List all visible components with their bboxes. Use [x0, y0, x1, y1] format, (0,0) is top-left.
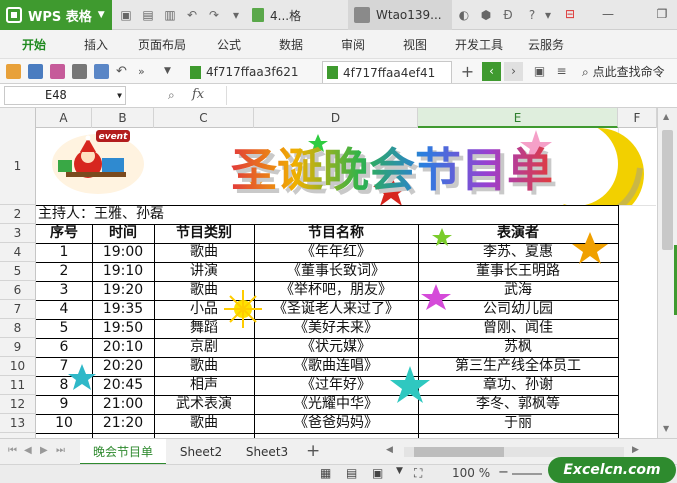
name-box-value: E48 — [45, 88, 67, 102]
app-name: WPS 表格 — [28, 9, 92, 25]
scroll-thumb[interactable] — [662, 130, 673, 250]
star-icon — [68, 364, 96, 390]
command-search-label: 点此查找命令 — [592, 65, 665, 79]
menu-developer[interactable]: 开发工具 — [455, 36, 503, 53]
sheet-tab[interactable]: Sheet2 — [172, 439, 230, 465]
formula-input[interactable] — [226, 86, 674, 105]
menu-icon[interactable]: ≡ — [552, 62, 571, 81]
wps-logo-icon — [6, 7, 22, 23]
chevron-down-icon[interactable]: ▾ — [540, 7, 556, 23]
sheet-file-icon — [327, 66, 338, 79]
scroll-up-icon[interactable]: ▲ — [663, 112, 669, 121]
normal-view-icon[interactable]: ▦ — [320, 466, 331, 480]
quick-toolbar: ↶ » ▼ 4f717ffaa3f621 4f717ffaa4ef41 + ‹ … — [0, 58, 677, 84]
undo-icon[interactable]: ↶ — [116, 64, 131, 79]
file-tab-active[interactable]: 4f717ffaa4ef41 — [322, 61, 452, 83]
status-bar: ▦ ▤ ▣ ▼ ⛶ 100 % − Excelcn.com — [0, 457, 677, 483]
name-box[interactable]: E48 ▼ — [4, 86, 126, 105]
zoom-level[interactable]: 100 % — [452, 466, 490, 480]
formula-bar: E48 ▼ ⌕ fx — [0, 84, 677, 108]
first-sheet-icon[interactable]: ⏮ — [8, 445, 17, 456]
site-watermark-logo: Excelcn.com — [548, 457, 676, 483]
user-name: Wtao139... — [376, 8, 442, 22]
more-icon[interactable]: » — [138, 64, 153, 79]
sun-icon[interactable]: ◐ — [456, 7, 472, 23]
menu-formula[interactable]: 公式 — [217, 36, 241, 53]
file-tab[interactable]: 4f717ffaa3f621 — [186, 61, 316, 83]
print-icon[interactable] — [72, 64, 87, 79]
read-mode-icon[interactable]: ⛶ — [414, 466, 422, 481]
next-sheet-icon[interactable]: ▶ — [40, 445, 48, 456]
file-tab-label: 4f717ffaa3f621 — [206, 65, 299, 79]
menu-start[interactable]: 开始 — [22, 36, 46, 53]
close-icon[interactable]: ❐ — [652, 4, 672, 24]
menu-insert[interactable]: 插入 — [84, 36, 108, 53]
menu-data[interactable]: 数据 — [279, 36, 303, 53]
zoom-slider[interactable] — [512, 473, 542, 475]
dollar-icon[interactable]: Ð — [500, 7, 516, 23]
preview-icon[interactable]: ▥ — [162, 7, 178, 23]
last-sheet-icon[interactable]: ⏭ — [56, 445, 65, 456]
add-sheet-button[interactable]: + — [306, 441, 320, 461]
menu-review[interactable]: 审阅 — [341, 36, 365, 53]
zoom-out-button[interactable]: − — [498, 465, 509, 480]
wps-app-menu-button[interactable]: WPS 表格 ▼ — [0, 0, 112, 30]
star-icon — [421, 284, 451, 310]
command-search[interactable]: ⌕ 点此查找命令 — [582, 63, 665, 80]
sheet-file-icon — [190, 65, 201, 79]
chevron-down-icon: ▼ — [97, 10, 105, 20]
print-icon[interactable]: ▤ — [140, 7, 156, 23]
redo-icon[interactable]: ↷ — [206, 7, 222, 23]
scroll-right-icon[interactable]: ▶ — [632, 445, 639, 455]
ribbon-menu: 开始 插入 页面布局 公式 数据 审阅 视图 开发工具 云服务 — [0, 30, 677, 58]
file-tab-label: 4f717ffaa4ef41 — [343, 65, 436, 80]
star-icon — [572, 232, 608, 264]
help-icon[interactable]: ? — [524, 7, 540, 23]
add-tab-button[interactable]: + — [458, 62, 477, 81]
doc-tab-label: 4...格 — [270, 8, 302, 23]
scroll-left-icon[interactable]: ◀ — [386, 445, 393, 455]
decorations — [68, 228, 608, 403]
open-icon[interactable] — [6, 64, 21, 79]
chevron-down-icon[interactable]: ▼ — [396, 466, 403, 476]
page-layout-icon[interactable]: ▤ — [346, 466, 357, 480]
title-bar: WPS 表格 ▼ ▣ ▤ ▥ ↶ ↷ ▾ 4...格 Wtao139... ◐ … — [0, 0, 677, 30]
sun-decoration-icon — [224, 290, 262, 328]
prev-tab-icon[interactable]: ‹ — [482, 62, 501, 81]
minimize-icon[interactable]: ⊟ — [560, 4, 580, 24]
chevron-down-icon[interactable]: ▼ — [117, 87, 122, 104]
print-preview-icon[interactable] — [94, 64, 109, 79]
spreadsheet-grid: A B C D E F 1 2 3 4 5 6 7 8 9 10 11 12 1… — [0, 108, 657, 438]
chevron-down-icon[interactable]: ▼ — [164, 64, 179, 79]
fx-icon[interactable]: fx — [192, 87, 204, 102]
menu-view[interactable]: 视图 — [403, 36, 427, 53]
scroll-down-icon[interactable]: ▼ — [663, 424, 669, 433]
prev-sheet-icon[interactable]: ◀ — [24, 445, 32, 456]
star-icon — [390, 366, 430, 403]
export-pdf-icon[interactable] — [50, 64, 65, 79]
sheet-tab[interactable]: Sheet3 — [238, 439, 296, 465]
search-icon: ⌕ — [582, 65, 589, 79]
star-icon — [432, 228, 452, 246]
scroll-thumb[interactable] — [414, 447, 504, 457]
sheet-file-icon — [252, 8, 264, 22]
save-icon[interactable] — [28, 64, 43, 79]
next-tab-icon[interactable]: › — [504, 62, 523, 81]
page-break-icon[interactable]: ▣ — [372, 466, 383, 480]
chevron-down-icon[interactable]: ▾ — [228, 7, 244, 23]
user-account[interactable]: Wtao139... — [348, 0, 452, 30]
save-icon[interactable]: ▣ — [118, 7, 134, 23]
doc-tab[interactable]: 4...格 — [252, 0, 344, 30]
tab-list-icon[interactable]: ▣ — [530, 62, 549, 81]
menu-cloud[interactable]: 云服务 — [528, 36, 564, 53]
avatar — [354, 7, 370, 23]
undo-icon[interactable]: ↶ — [184, 7, 200, 23]
zoom-search-icon[interactable]: ⌕ — [168, 88, 175, 103]
menu-page-layout[interactable]: 页面布局 — [138, 36, 186, 53]
sheet-tab-active[interactable]: 晚会节目单 — [80, 439, 166, 465]
maximize-icon[interactable]: — — [598, 4, 618, 24]
shield-icon[interactable]: ⬢ — [478, 7, 494, 23]
